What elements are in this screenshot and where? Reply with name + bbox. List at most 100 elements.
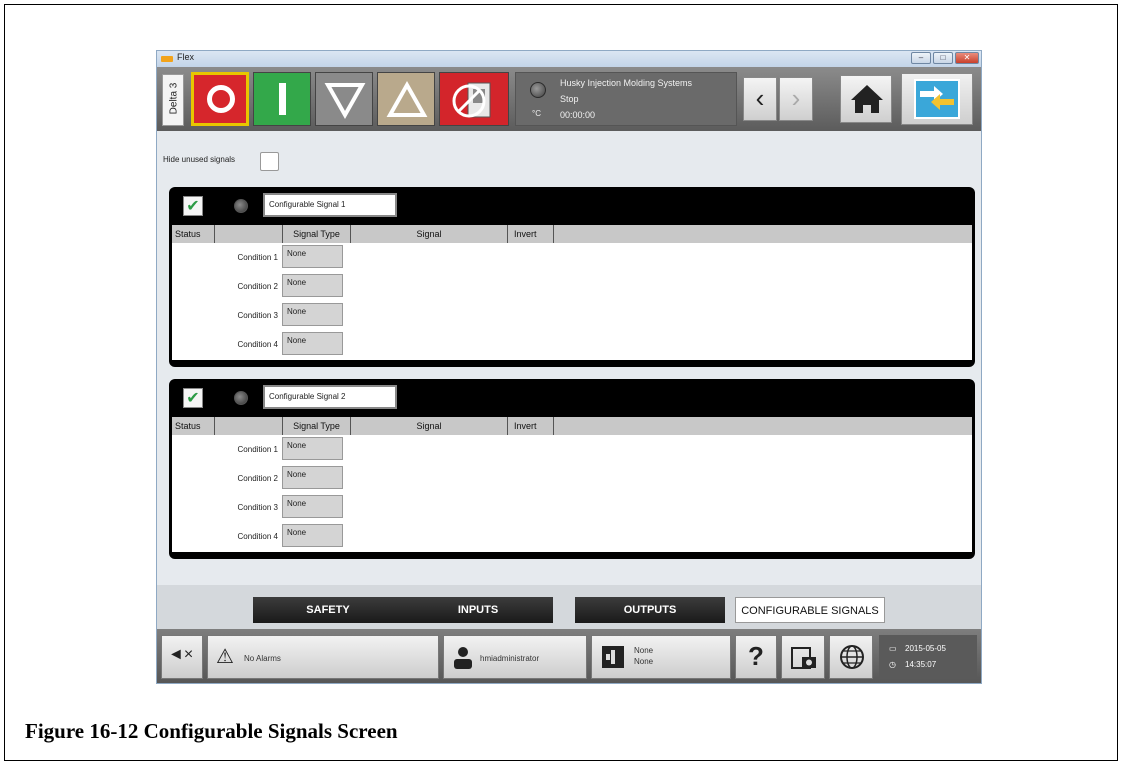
tab-safety[interactable]: SAFETY xyxy=(253,597,403,623)
app-icon xyxy=(161,56,173,62)
condition-label: Condition 2 xyxy=(237,282,278,291)
condition-label: Condition 4 xyxy=(237,340,278,349)
clock-icon: ◷ xyxy=(889,660,896,669)
machine-timer: 00:00:00 xyxy=(560,110,596,120)
status-lamp-icon xyxy=(530,82,546,98)
tab-bar: SAFETY INPUTS OUTPUTS CONFIGURABLE SIGNA… xyxy=(157,585,981,629)
signal-name-input-1[interactable]: Configurable Signal 1 xyxy=(263,193,397,217)
back-button[interactable]: ‹ xyxy=(743,77,777,121)
signal-type-button[interactable]: None xyxy=(282,274,343,297)
col-invert: Invert xyxy=(508,225,554,243)
signal-type-button[interactable]: None xyxy=(282,524,343,547)
conditions-table: Condition 1 None Condition 2 None Condit… xyxy=(172,435,972,552)
time-text: 14:35:07 xyxy=(905,660,937,669)
globe-icon xyxy=(840,645,864,669)
status-bar: ◄× ⚠ No Alarms hmiadministrator None Non… xyxy=(157,629,981,683)
col-signal-type: Signal Type xyxy=(283,225,351,243)
col-signal-type: Signal Type xyxy=(283,417,351,435)
close-mold-button[interactable] xyxy=(377,72,435,126)
conditions-table: Condition 1 None Condition 2 None Condit… xyxy=(172,243,972,360)
warning-icon: ⚠ xyxy=(216,646,234,668)
signal-type-button[interactable]: None xyxy=(282,466,343,489)
machine-state: Stop xyxy=(560,94,579,104)
mute-button[interactable]: ◄× xyxy=(161,635,203,679)
user-icon xyxy=(454,647,472,669)
enable-checkbox-2[interactable]: ✔ xyxy=(183,388,203,408)
machine-name: Husky Injection Molding Systems xyxy=(560,78,693,88)
mold-button[interactable]: None None xyxy=(591,635,731,679)
figure-frame: Flex – □ ✕ Delta 3 °C Husky Injection Mo… xyxy=(4,4,1118,761)
enable-checkbox-1[interactable]: ✔ xyxy=(183,196,203,216)
stop-icon xyxy=(207,85,235,113)
col-status: Status xyxy=(172,225,215,243)
machine-status-panel: °C Husky Injection Molding Systems Stop … xyxy=(515,72,737,126)
col-empty xyxy=(215,225,283,243)
condition-label: Condition 4 xyxy=(237,532,278,541)
col-invert: Invert xyxy=(508,417,554,435)
table-header: Status Signal Type Signal Invert xyxy=(172,417,972,435)
start-icon xyxy=(279,83,286,115)
window-title: Flex xyxy=(177,52,195,62)
help-button[interactable]: ? xyxy=(735,635,777,679)
condition-label: Condition 3 xyxy=(237,311,278,320)
machine-tab[interactable]: Delta 3 xyxy=(162,74,184,126)
mold-icon xyxy=(602,646,624,668)
alarms-button[interactable]: ⚠ No Alarms xyxy=(207,635,439,679)
tab-configurable-signals[interactable]: CONFIGURABLE SIGNALS xyxy=(735,597,885,623)
condition-label: Condition 3 xyxy=(237,503,278,512)
triangle-down-icon xyxy=(324,83,366,120)
col-signal: Signal xyxy=(351,417,508,435)
table-header: Status Signal Type Signal Invert xyxy=(172,225,972,243)
mold-line2: None xyxy=(634,657,654,666)
signal-name-input-2[interactable]: Configurable Signal 2 xyxy=(263,385,397,409)
home-icon xyxy=(851,85,883,113)
speaker-mute-icon: ◄× xyxy=(168,646,194,663)
home-button[interactable] xyxy=(840,75,892,123)
open-mold-button[interactable] xyxy=(315,72,373,126)
user-name: hmiadministrator xyxy=(480,654,540,663)
col-status: Status xyxy=(172,417,215,435)
signal-status-led-icon xyxy=(234,199,248,213)
signal-type-button[interactable]: None xyxy=(282,245,343,268)
datetime-display: ▭ 2015-05-05 ◷ 14:35:07 xyxy=(879,635,977,679)
language-button[interactable] xyxy=(829,635,873,679)
camera-icon xyxy=(791,647,816,669)
condition-label: Condition 1 xyxy=(237,253,278,262)
io-icon xyxy=(914,79,960,119)
signal-panel-1: ✔ Configurable Signal 1 Status Signal Ty… xyxy=(169,187,975,367)
mold-line1: None xyxy=(634,646,654,655)
app-window: Flex – □ ✕ Delta 3 °C Husky Injection Mo… xyxy=(156,50,982,684)
col-signal: Signal xyxy=(351,225,508,243)
title-bar: Flex – □ ✕ xyxy=(157,51,981,67)
signal-type-button[interactable]: None xyxy=(282,332,343,355)
tab-outputs[interactable]: OUTPUTS xyxy=(575,597,725,623)
io-button[interactable] xyxy=(901,73,973,125)
calendar-icon: ▭ xyxy=(889,644,897,653)
alarms-text: No Alarms xyxy=(244,654,281,663)
user-button[interactable]: hmiadministrator xyxy=(443,635,587,679)
machine-tab-label: Delta 3 xyxy=(168,82,180,115)
col-empty xyxy=(215,417,283,435)
condition-label: Condition 2 xyxy=(237,474,278,483)
toolbar: Delta 3 °C Husky Injection Molding Syste… xyxy=(157,67,981,131)
signal-type-button[interactable]: None xyxy=(282,303,343,326)
tab-inputs[interactable]: INPUTS xyxy=(403,597,553,623)
hide-unused-label: Hide unused signals xyxy=(163,155,236,164)
stop-button[interactable] xyxy=(191,72,249,126)
close-button[interactable]: ✕ xyxy=(955,52,979,64)
forward-button[interactable]: › xyxy=(779,77,813,121)
figure-caption: Figure 16-12 Configurable Signals Screen xyxy=(25,719,398,743)
signal-type-button[interactable]: None xyxy=(282,437,343,460)
triangle-up-icon xyxy=(386,80,428,117)
signal-type-button[interactable]: None xyxy=(282,495,343,518)
condition-label: Condition 1 xyxy=(237,445,278,454)
maximize-button[interactable]: □ xyxy=(933,52,953,64)
mold-disable-button[interactable] xyxy=(439,72,509,126)
prohibited-mold-icon xyxy=(452,82,491,118)
signal-panel-2: ✔ Configurable Signal 2 Status Signal Ty… xyxy=(169,379,975,559)
date-text: 2015-05-05 xyxy=(905,644,946,653)
start-button[interactable] xyxy=(253,72,311,126)
hide-unused-checkbox[interactable] xyxy=(260,152,279,171)
screenshot-button[interactable] xyxy=(781,635,825,679)
minimize-button[interactable]: – xyxy=(911,52,931,64)
